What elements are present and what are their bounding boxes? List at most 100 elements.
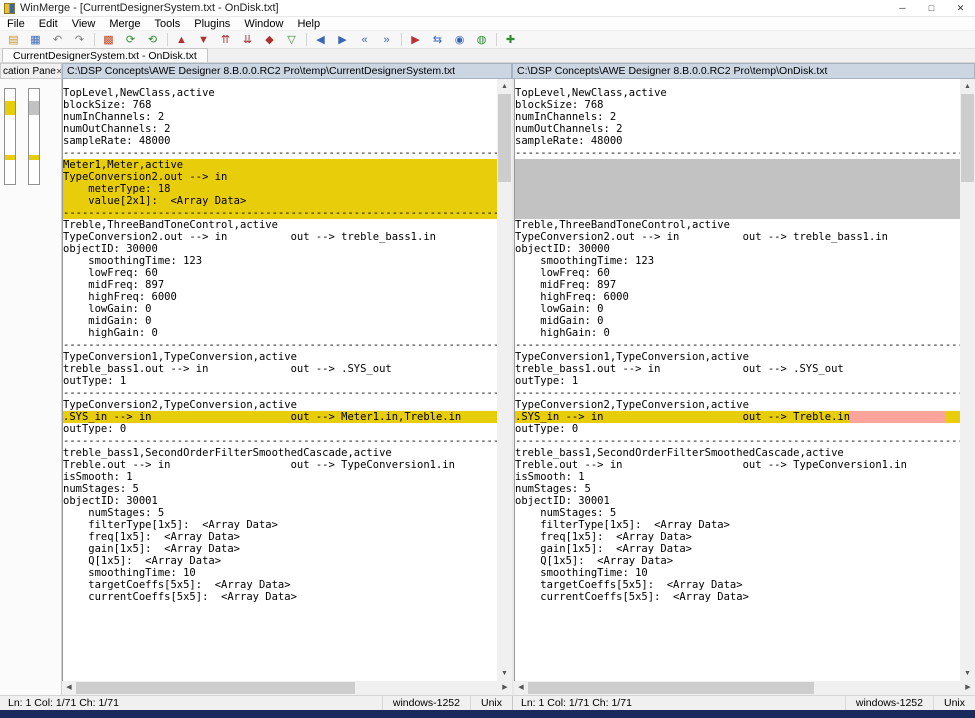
code-line[interactable]: outType: 0: [63, 423, 497, 435]
swap-panes-button[interactable]: ⇆: [427, 32, 448, 48]
left-horizontal-scrollbar[interactable]: ◀ ▶: [62, 681, 512, 695]
left-file-header[interactable]: C:\DSP Concepts\AWE Designer 8.B.0.0.RC2…: [62, 63, 512, 79]
scroll-up-icon[interactable]: ▲: [497, 79, 512, 94]
code-line[interactable]: outType: 0: [515, 423, 960, 435]
right-eol[interactable]: Unix: [933, 696, 975, 710]
left-eol[interactable]: Unix: [470, 696, 512, 710]
code-line[interactable]: isSmooth: 1: [63, 471, 497, 483]
code-line[interactable]: smoothingTime: 10: [515, 567, 960, 579]
left-vertical-scrollbar[interactable]: ▲ ▼: [497, 79, 512, 681]
diff-line[interactable]: meterType: 18: [63, 183, 497, 195]
code-line[interactable]: TypeConversion2.out --> in out --> trebl…: [515, 231, 960, 243]
code-line[interactable]: freq[1x5]: <Array Data>: [515, 531, 960, 543]
code-line[interactable]: ----------------------------------------…: [63, 339, 497, 351]
scroll-down-icon[interactable]: ▼: [497, 666, 512, 681]
document-tab[interactable]: CurrentDesignerSystem.txt - OnDisk.txt: [2, 48, 208, 62]
code-line[interactable]: ----------------------------------------…: [63, 435, 497, 447]
code-line[interactable]: TypeConversion1,TypeConversion,active: [515, 351, 960, 363]
view-report-button[interactable]: ◉: [449, 32, 470, 48]
maximize-button[interactable]: □: [917, 0, 946, 16]
auto-merge-button[interactable]: ▶: [405, 32, 426, 48]
left-editor-pane[interactable]: TopLevel,NewClass,activeblockSize: 768nu…: [62, 79, 497, 681]
title-bar[interactable]: WinMerge - [CurrentDesignerSystem.txt - …: [0, 0, 975, 17]
code-line[interactable]: numOutChannels: 2: [515, 123, 960, 135]
code-line[interactable]: Treble.out --> in out --> TypeConversion…: [63, 459, 497, 471]
code-line[interactable]: objectID: 30001: [515, 495, 960, 507]
scroll-up-icon[interactable]: ▲: [960, 79, 975, 94]
copy-left-button[interactable]: ◀: [310, 32, 331, 48]
diff-line[interactable]: .SYS_in --> in out --> Treble.in: [515, 411, 960, 423]
recompare-button[interactable]: ⟲: [142, 32, 163, 48]
right-horizontal-scrollbar[interactable]: ◀ ▶: [514, 681, 975, 695]
code-line[interactable]: sampleRate: 48000: [63, 135, 497, 147]
location-map-column-left[interactable]: [4, 88, 16, 185]
code-line[interactable]: TopLevel,NewClass,active: [63, 87, 497, 99]
code-line[interactable]: ----------------------------------------…: [63, 387, 497, 399]
code-line[interactable]: numStages: 5: [63, 507, 497, 519]
left-encoding[interactable]: windows-1252: [382, 696, 470, 710]
open-button[interactable]: ▤: [3, 32, 24, 48]
code-line[interactable]: gain[1x5]: <Array Data>: [63, 543, 497, 555]
scroll-right-icon[interactable]: ▶: [961, 681, 975, 695]
menu-merge[interactable]: Merge: [102, 17, 147, 31]
code-line[interactable]: targetCoeffs[5x5]: <Array Data>: [515, 579, 960, 591]
code-line[interactable]: highGain: 0: [515, 327, 960, 339]
copy-all-left-button[interactable]: «: [354, 32, 375, 48]
menu-tools[interactable]: Tools: [148, 17, 188, 31]
code-line[interactable]: targetCoeffs[5x5]: <Array Data>: [63, 579, 497, 591]
code-line[interactable]: treble_bass1,SecondOrderFilterSmoothedCa…: [63, 447, 497, 459]
last-difference-button[interactable]: ⇊: [237, 32, 258, 48]
code-line[interactable]: numStages: 5: [515, 483, 960, 495]
current-difference-button[interactable]: ◆: [259, 32, 280, 48]
code-line[interactable]: gain[1x5]: <Array Data>: [515, 543, 960, 555]
right-file-header[interactable]: C:\DSP Concepts\AWE Designer 8.B.0.0.RC2…: [512, 63, 975, 79]
code-line[interactable]: TopLevel,NewClass,active: [515, 87, 960, 99]
save-button[interactable]: ▦: [25, 32, 46, 48]
code-line[interactable]: ----------------------------------------…: [515, 387, 960, 399]
left-hscroll-thumb[interactable]: [76, 682, 355, 694]
code-line[interactable]: numInChannels: 2: [63, 111, 497, 123]
code-line[interactable]: objectID: 30001: [63, 495, 497, 507]
location-pane[interactable]: [0, 79, 62, 695]
code-line[interactable]: lowFreq: 60: [515, 267, 960, 279]
diff-line[interactable]: TypeConversion2.out --> in: [63, 171, 497, 183]
code-line[interactable]: TypeConversion2,TypeConversion,active: [515, 399, 960, 411]
code-line[interactable]: treble_bass1,SecondOrderFilterSmoothedCa…: [515, 447, 960, 459]
code-line[interactable]: midFreq: 897: [63, 279, 497, 291]
code-line[interactable]: numStages: 5: [63, 483, 497, 495]
prev-difference-button[interactable]: ▲: [171, 32, 192, 48]
missing-line[interactable]: [515, 183, 960, 195]
code-line[interactable]: ----------------------------------------…: [515, 435, 960, 447]
code-line[interactable]: freq[1x5]: <Array Data>: [63, 531, 497, 543]
diff-line[interactable]: ----------------------------------------…: [63, 207, 497, 219]
code-line[interactable]: objectID: 30000: [515, 243, 960, 255]
scroll-right-icon[interactable]: ▶: [498, 681, 512, 695]
code-line[interactable]: highFreq: 6000: [515, 291, 960, 303]
diff-line[interactable]: value[2x1]: <Array Data>: [63, 195, 497, 207]
code-line[interactable]: currentCoeffs[5x5]: <Array Data>: [515, 591, 960, 603]
code-line[interactable]: lowFreq: 60: [63, 267, 497, 279]
right-hscroll-thumb[interactable]: [528, 682, 814, 694]
code-line[interactable]: midGain: 0: [63, 315, 497, 327]
undo-button[interactable]: ↶: [47, 32, 68, 48]
plugins-button[interactable]: ✚: [500, 32, 521, 48]
code-line[interactable]: smoothingTime: 123: [515, 255, 960, 267]
code-line[interactable]: smoothingTime: 123: [63, 255, 497, 267]
copy-right-button[interactable]: ▶: [332, 32, 353, 48]
code-line[interactable]: sampleRate: 48000: [515, 135, 960, 147]
menu-plugins[interactable]: Plugins: [187, 17, 237, 31]
missing-line[interactable]: [515, 171, 960, 183]
location-pane-titlebar[interactable]: cation Pane ✕: [0, 63, 62, 79]
right-vscroll-thumb[interactable]: [961, 94, 974, 182]
missing-line[interactable]: [515, 195, 960, 207]
line-filter-button[interactable]: ▽: [281, 32, 302, 48]
code-line[interactable]: objectID: 30000: [63, 243, 497, 255]
code-line[interactable]: Q[1x5]: <Array Data>: [515, 555, 960, 567]
code-line[interactable]: outType: 1: [515, 375, 960, 387]
code-line[interactable]: TypeConversion1,TypeConversion,active: [63, 351, 497, 363]
menu-file[interactable]: File: [0, 17, 32, 31]
code-line[interactable]: smoothingTime: 10: [63, 567, 497, 579]
code-line[interactable]: lowGain: 0: [63, 303, 497, 315]
code-line[interactable]: currentCoeffs[5x5]: <Array Data>: [63, 591, 497, 603]
code-line[interactable]: Treble,ThreeBandToneControl,active: [63, 219, 497, 231]
